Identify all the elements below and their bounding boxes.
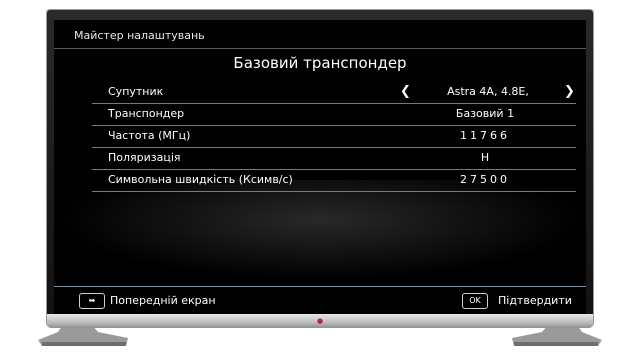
footer-divider [54, 286, 586, 287]
back-button[interactable]: ➡ [79, 293, 105, 309]
chevron-left-icon[interactable]: ❮ [400, 85, 411, 98]
confirm-label[interactable]: Підтвердити [498, 294, 572, 307]
setting-row-frequency[interactable]: Частота (МГц) 11766 [92, 126, 576, 148]
brand-logo-icon: ● [316, 317, 324, 325]
symbol-rate-label: Символьна швидкість (Ксимв/с) [108, 173, 293, 186]
polarization-value: H [480, 151, 490, 164]
setting-row-satellite[interactable]: Супутник ❮ Astra 4A, 4.8E, ❯ [92, 82, 576, 104]
symbol-rate-value: 27500 [460, 173, 510, 186]
setting-row-polarization[interactable]: Поляризація H [92, 148, 576, 170]
back-label[interactable]: Попередній екран [110, 294, 216, 307]
polarization-label: Поляризація [108, 151, 181, 164]
transponder-value: Базовий 1 [455, 107, 515, 120]
footer-bar: ➡ Попередній екран OK Підтвердити [54, 288, 586, 314]
satellite-label: Супутник [108, 85, 164, 98]
settings-list: Супутник ❮ Astra 4A, 4.8E, ❯ Транспондер… [92, 82, 576, 192]
ok-button[interactable]: OK [462, 293, 488, 309]
page-title: Базовий транспондер [233, 54, 407, 72]
frequency-value: 11766 [460, 129, 510, 142]
setting-row-transponder[interactable]: Транспондер Базовий 1 [92, 104, 576, 126]
chevron-right-icon[interactable]: ❯ [564, 85, 575, 98]
tv-screen: Майстер налаштувань Базовий транспондер … [54, 20, 586, 314]
setting-row-symbol-rate[interactable]: Символьна швидкість (Ксимв/с) 27500 [92, 170, 576, 192]
header-divider [54, 48, 586, 49]
back-arrow-icon: ➡ [88, 296, 96, 305]
satellite-value: Astra 4A, 4.8E, [447, 85, 529, 98]
background-image [54, 180, 586, 280]
transponder-label: Транспондер [108, 107, 185, 120]
wizard-title: Майстер налаштувань [74, 29, 205, 42]
frequency-label: Частота (МГц) [108, 129, 191, 142]
